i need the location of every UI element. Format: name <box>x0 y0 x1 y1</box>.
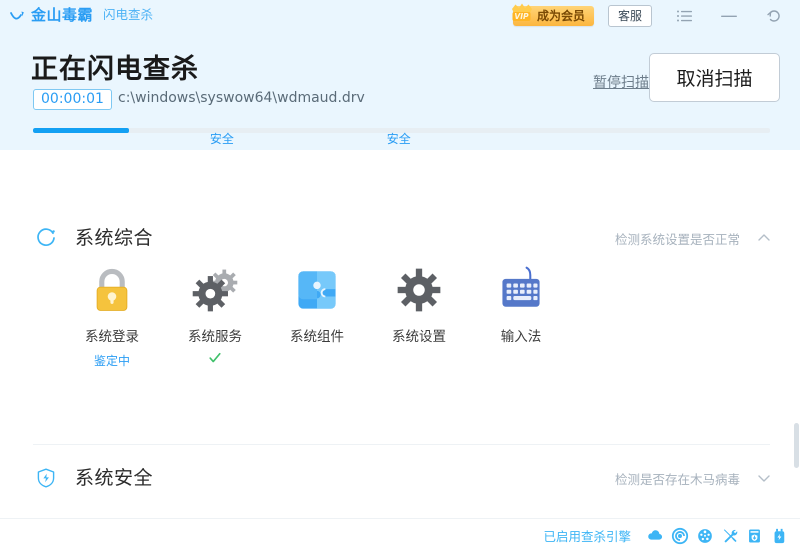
scan-results-area: 系统综合 检测系统设置是否正常 系统登录 鉴定中 系统服务 系统组件 系统设置 … <box>0 150 800 518</box>
kingsoft-antivirus-window: 金山毒霸 闪电查杀 VIP 成为会员 客服 正在闪电查杀 00:00:01 c:… <box>0 0 800 552</box>
svg-text:VIP: VIP <box>514 12 529 21</box>
vip-crown-icon: VIP <box>509 1 535 25</box>
section-description: 检测系统设置是否正常 <box>614 232 740 247</box>
scan-item-label: 系统组件 <box>290 329 344 345</box>
chevron-up-icon[interactable] <box>756 230 772 246</box>
scanning-spinner-icon <box>35 227 57 249</box>
elapsed-timer: 00:00:01 <box>33 89 112 110</box>
section-description: 检测是否存在木马病毒 <box>614 472 740 487</box>
scan-item-status <box>368 352 470 366</box>
header-panel: 金山毒霸 闪电查杀 VIP 成为会员 客服 正在闪电查杀 00:00:01 c:… <box>0 0 800 150</box>
pause-scan-link[interactable]: 暂停扫描 <box>593 72 649 92</box>
titlebar-actions: VIP 成为会员 客服 <box>511 0 794 31</box>
spiral-engine-icon[interactable] <box>667 525 692 547</box>
scan-item-label: 系统设置 <box>392 329 446 345</box>
return-arrow-icon[interactable] <box>762 4 788 28</box>
kingsoft-logo-icon <box>10 9 26 23</box>
gear-icon <box>368 260 470 316</box>
scan-item-input-method[interactable]: 输入法 <box>470 260 572 366</box>
scan-item-status <box>266 352 368 366</box>
usb-bolt-icon[interactable] <box>767 525 792 547</box>
scan-item-status: 鉴定中 <box>93 354 130 368</box>
cancel-scan-button[interactable]: 取消扫描 <box>649 53 780 102</box>
section-title: 系统综合 <box>75 227 154 249</box>
minimize-icon[interactable] <box>716 4 742 28</box>
scan-item-system-login[interactable]: 系统登录 鉴定中 <box>61 260 163 368</box>
tools-icon[interactable] <box>717 525 742 547</box>
page-title: 正在闪电查杀 <box>31 54 199 85</box>
scan-stage-label: 安全 <box>386 132 411 146</box>
brand-name: 金山毒霸 <box>31 6 94 24</box>
shield-file-icon[interactable] <box>742 525 767 547</box>
status-bar: 已启用查杀引擎 <box>0 518 800 552</box>
keyboard-icon <box>470 260 572 316</box>
scan-item-status-check <box>164 352 266 366</box>
gears-icon <box>164 260 266 316</box>
engine-status-text: 已启用查杀引擎 <box>543 529 631 544</box>
customer-service-button[interactable]: 客服 <box>607 4 652 27</box>
current-scan-path: c:\windows\syswow64\wdmaud.drv <box>118 90 365 106</box>
scan-item-label: 输入法 <box>500 329 542 345</box>
brand-subtitle: 闪电查杀 <box>103 7 154 23</box>
cloud-engine-icon[interactable] <box>642 525 667 547</box>
content-scrollbar[interactable] <box>793 150 800 518</box>
scrollbar-thumb[interactable] <box>794 423 799 468</box>
shield-bolt-icon <box>35 467 57 489</box>
customer-service-label: 客服 <box>617 9 642 23</box>
section-header-system-security[interactable]: 系统安全 检测是否存在木马病毒 <box>0 448 800 508</box>
lock-icon <box>61 260 163 316</box>
virus-globe-icon[interactable] <box>692 525 717 547</box>
become-member-button[interactable]: VIP 成为会员 <box>511 3 594 26</box>
section-header-system-overview[interactable]: 系统综合 检测系统设置是否正常 <box>0 208 800 268</box>
brand: 金山毒霸 闪电查杀 <box>10 8 153 23</box>
chevron-down-icon[interactable] <box>756 470 772 486</box>
cancel-scan-label: 取消扫描 <box>676 68 753 90</box>
title-bar: 金山毒霸 闪电查杀 VIP 成为会员 客服 <box>0 0 800 31</box>
become-member-label: 成为会员 <box>536 9 585 23</box>
scan-stage-label: 安全 <box>209 132 234 146</box>
scan-item-label: 系统登录 <box>85 329 139 345</box>
puzzle-icon <box>266 260 368 316</box>
list-menu-icon[interactable] <box>672 4 698 28</box>
scan-stage-labels: 安全 安全 <box>33 130 770 150</box>
scan-item-system-component[interactable]: 系统组件 <box>266 260 368 366</box>
scan-item-status <box>470 352 572 366</box>
section-title: 系统安全 <box>75 467 154 489</box>
section-divider <box>33 444 770 445</box>
scan-item-label: 系统服务 <box>188 329 242 345</box>
scan-item-system-service[interactable]: 系统服务 <box>164 260 266 366</box>
scan-item-system-settings[interactable]: 系统设置 <box>368 260 470 366</box>
